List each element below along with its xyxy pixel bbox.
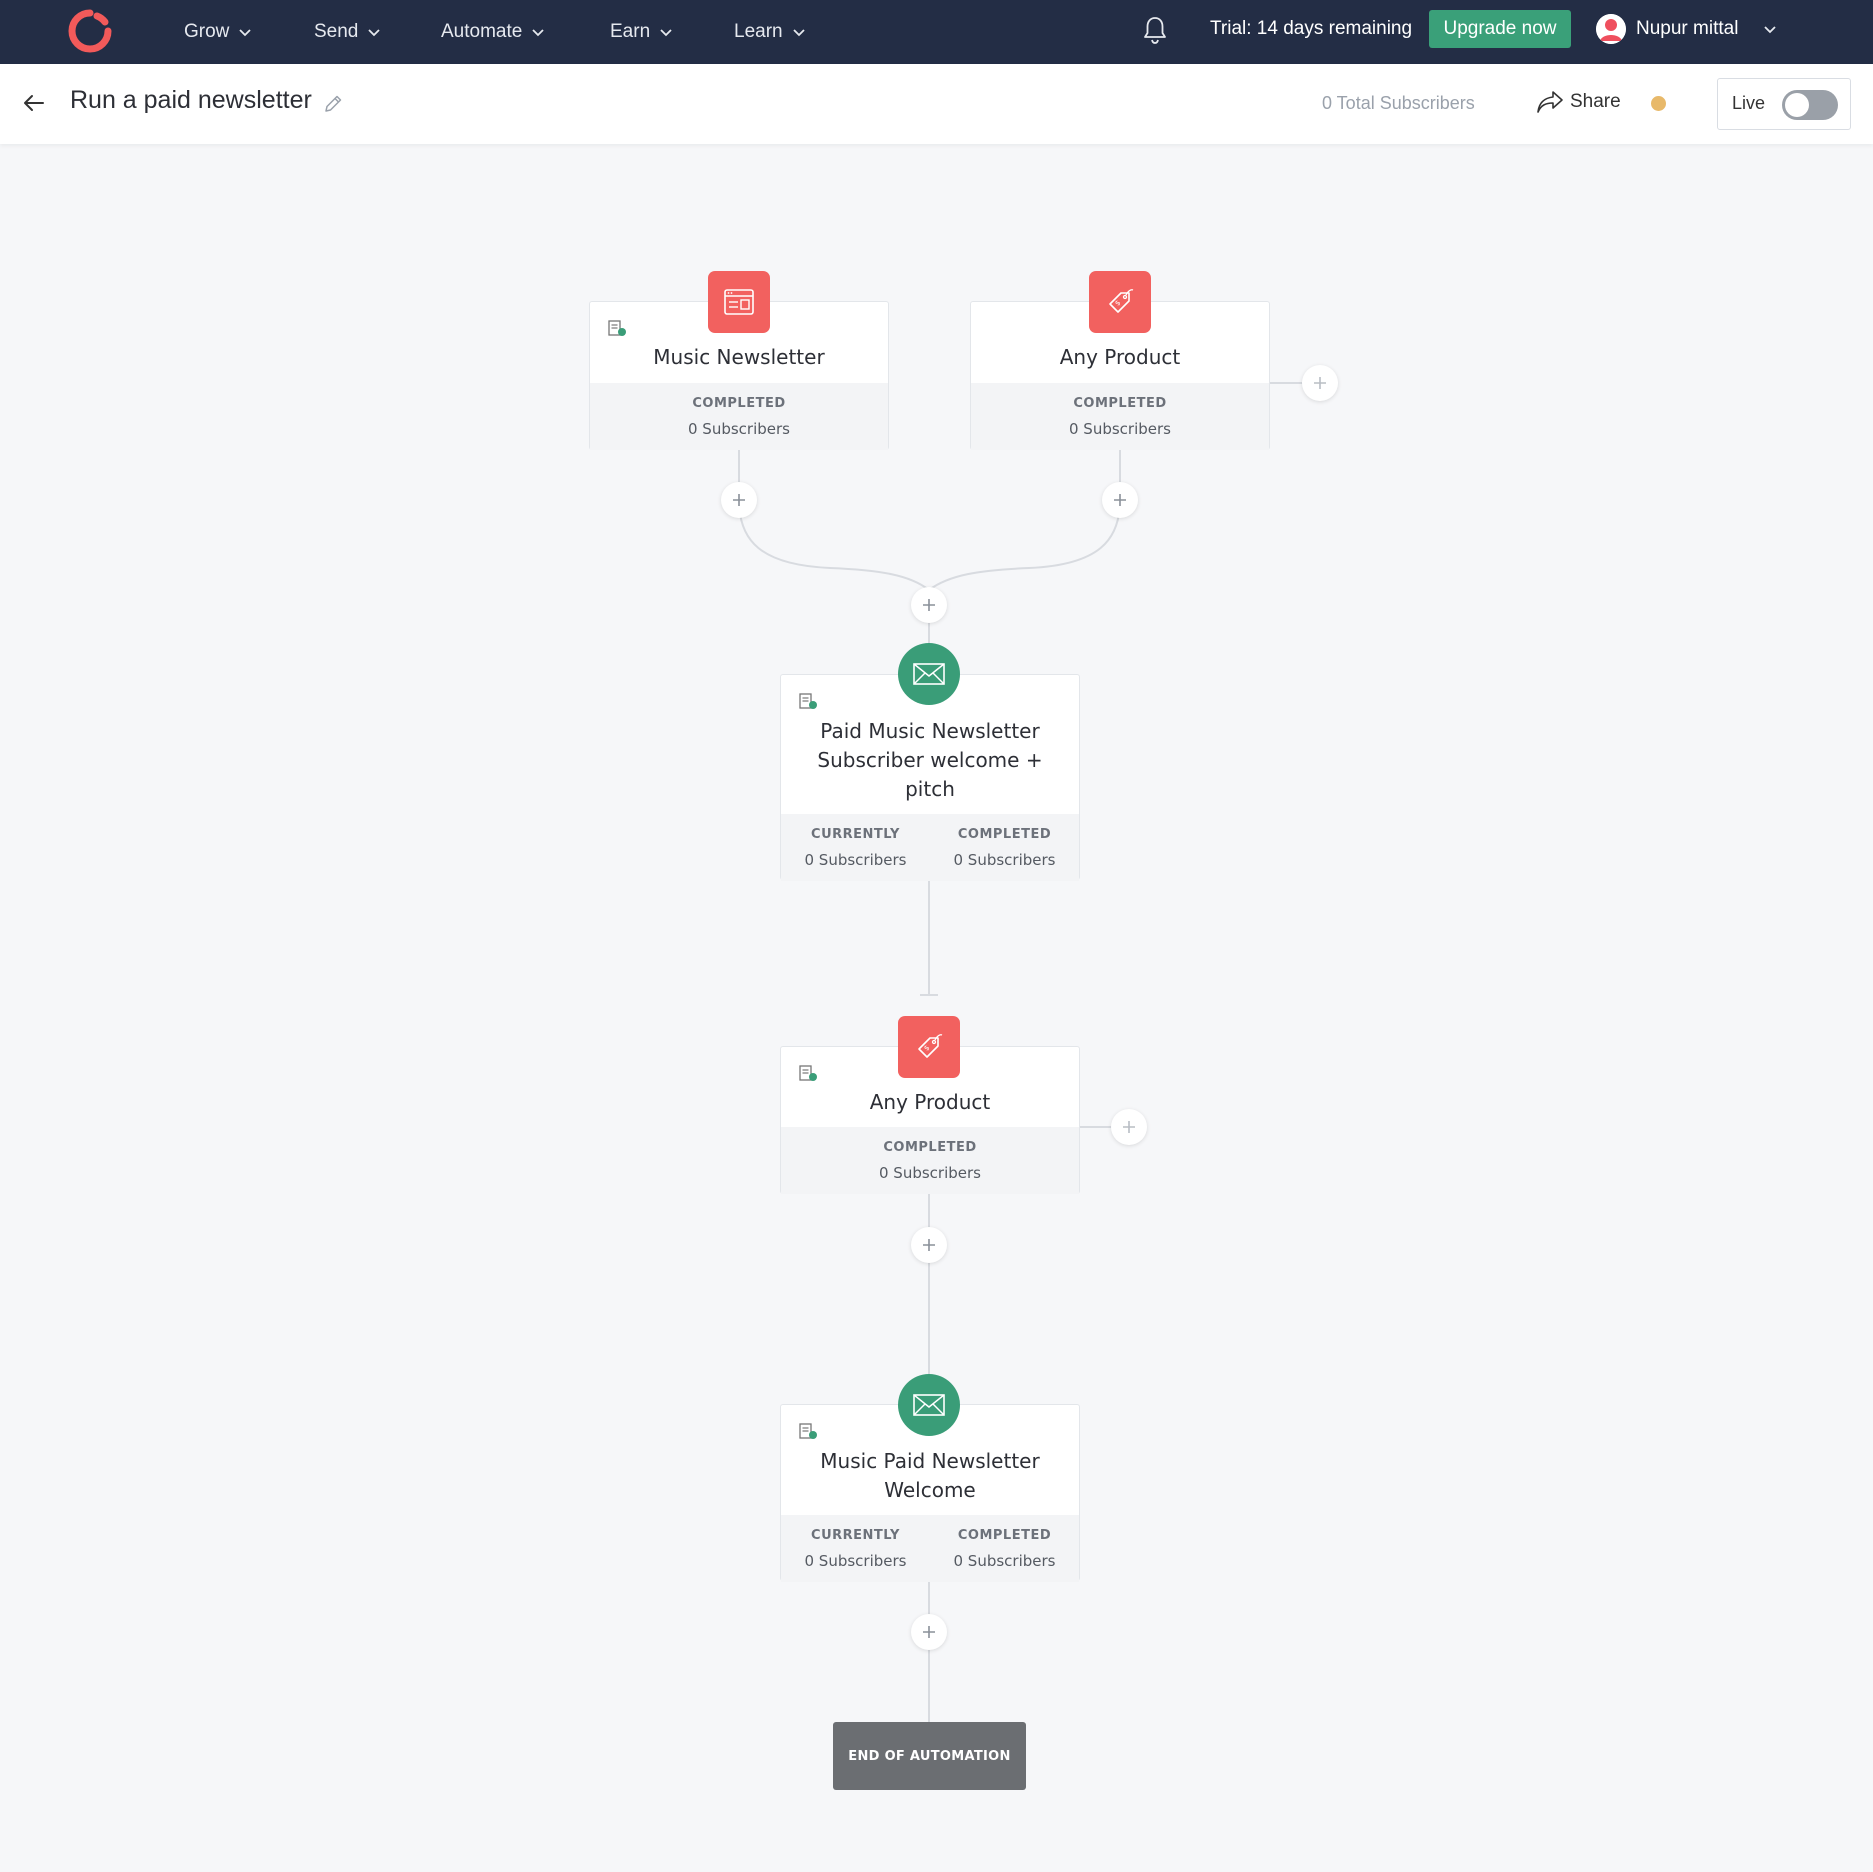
- price-tag-icon: $: [1109, 289, 1134, 313]
- nav-automate[interactable]: Automate: [441, 0, 544, 64]
- top-nav: Grow Send Automate Earn Learn Trial: 14 …: [0, 0, 1873, 64]
- stat-value: 0 Subscribers: [953, 1551, 1056, 1570]
- automation-header: Run a paid newsletter 0 Total Subscriber…: [0, 64, 1873, 144]
- end-of-automation[interactable]: END OF AUTOMATION: [833, 1722, 1026, 1790]
- stat-label: COMPLETED: [692, 395, 786, 411]
- chevron-down-icon: [660, 29, 672, 37]
- stat-label: COMPLETED: [957, 1527, 1052, 1543]
- stat-completed: COMPLETED 0 Subscribers: [688, 396, 790, 438]
- nav-send[interactable]: Send: [314, 0, 381, 64]
- user-name[interactable]: Nupur mittal: [1636, 0, 1738, 58]
- nav-send-label: Send: [314, 21, 359, 42]
- product-badge: $: [1089, 271, 1151, 333]
- page-title: Run a paid newsletter: [70, 86, 312, 114]
- nav-earn-label: Earn: [610, 21, 651, 42]
- chevron-down-icon: [368, 29, 381, 37]
- stat-value: 0 Subscribers: [804, 1551, 907, 1570]
- stat-value: 0 Subscribers: [804, 850, 907, 869]
- pencil-icon[interactable]: [322, 93, 344, 115]
- form-badge: [708, 271, 770, 333]
- logo-icon[interactable]: [67, 8, 113, 54]
- back-arrow-icon[interactable]: [22, 91, 46, 115]
- chevron-down-icon: [792, 29, 805, 37]
- stat-completed: COMPLETED 0 Subscribers: [1069, 396, 1171, 438]
- svg-text:$: $: [922, 1044, 931, 1053]
- stat-completed: COMPLETED 0 Subscribers: [879, 1140, 981, 1182]
- add-step-button[interactable]: [911, 1227, 947, 1263]
- stat-value: 0 Subscribers: [879, 1163, 981, 1182]
- nav-automate-label: Automate: [441, 21, 523, 42]
- envelope-icon: [913, 663, 945, 685]
- nav-grow-label: Grow: [184, 21, 230, 42]
- price-tag-icon: $: [918, 1034, 943, 1058]
- stat-label: COMPLETED: [957, 826, 1052, 842]
- chevron-down-icon: [532, 29, 544, 37]
- avatar[interactable]: [1596, 14, 1626, 44]
- user-avatar-icon: [1596, 14, 1626, 44]
- plus-icon: [733, 494, 745, 506]
- node-status-icon: [799, 1423, 817, 1439]
- nav-learn[interactable]: Learn: [734, 0, 805, 64]
- stat-label: CURRENTLY: [811, 826, 900, 842]
- plus-icon: [923, 1239, 935, 1251]
- stat-label: COMPLETED: [1073, 395, 1167, 411]
- add-step-button[interactable]: [911, 1614, 947, 1650]
- stat-currently: CURRENTLY 0 Subscribers: [805, 1528, 907, 1570]
- live-toggle[interactable]: [1782, 90, 1838, 120]
- plus-icon: [1123, 1121, 1135, 1133]
- toggle-knob: [1785, 93, 1809, 117]
- trial-status: Trial: 14 days remaining: [1210, 18, 1413, 39]
- share-arrow-icon: [1537, 91, 1563, 113]
- stat-value: 0 Subscribers: [1069, 419, 1171, 438]
- stat-label: CURRENTLY: [811, 1527, 900, 1543]
- add-branch-button[interactable]: [1111, 1109, 1147, 1145]
- stat-label: COMPLETED: [883, 1139, 977, 1155]
- live-label: Live: [1732, 93, 1766, 113]
- nav-earn[interactable]: Earn: [610, 0, 672, 64]
- node-status-icon: [799, 693, 817, 709]
- add-trigger-button[interactable]: [1302, 365, 1338, 401]
- nav-learn-label: Learn: [734, 21, 783, 42]
- stat-completed: COMPLETED 0 Subscribers: [954, 1528, 1056, 1570]
- node-status-icon: [799, 1065, 817, 1081]
- node-status-icon: [608, 320, 626, 336]
- envelope-icon: [913, 1394, 945, 1416]
- svg-text:$: $: [1113, 299, 1122, 308]
- plus-icon: [1314, 377, 1326, 389]
- plus-icon: [923, 599, 935, 611]
- status-indicator: [1651, 96, 1666, 111]
- node-stats: COMPLETED 0 Subscribers: [590, 383, 888, 450]
- node-stats: COMPLETED 0 Subscribers: [781, 1127, 1079, 1194]
- stat-completed: COMPLETED 0 Subscribers: [954, 827, 1056, 869]
- stat-value: 0 Subscribers: [688, 419, 790, 438]
- stat-currently: CURRENTLY 0 Subscribers: [805, 827, 907, 869]
- upgrade-button[interactable]: Upgrade now: [1429, 10, 1571, 48]
- flow-connectors: [738, 382, 1305, 1722]
- add-step-button[interactable]: [911, 587, 947, 623]
- plus-icon: [923, 1626, 935, 1638]
- stat-value: 0 Subscribers: [953, 850, 1056, 869]
- share-button[interactable]: Share: [1536, 90, 1621, 114]
- share-label: Share: [1570, 91, 1621, 112]
- add-step-button[interactable]: [1102, 482, 1138, 518]
- chevron-down-icon: [239, 29, 252, 37]
- node-stats: CURRENTLY 0 Subscribers COMPLETED 0 Subs…: [781, 814, 1079, 881]
- add-step-button[interactable]: [721, 482, 757, 518]
- plus-icon: [1114, 494, 1126, 506]
- email-badge: [898, 1374, 960, 1436]
- live-toggle-box: Live: [1717, 78, 1851, 130]
- node-stats: COMPLETED 0 Subscribers: [971, 383, 1269, 450]
- email-badge: [898, 643, 960, 705]
- node-stats: CURRENTLY 0 Subscribers COMPLETED 0 Subs…: [781, 1515, 1079, 1582]
- chevron-down-icon[interactable]: [1763, 22, 1777, 36]
- form-icon: [724, 289, 754, 315]
- product-badge: $: [898, 1016, 960, 1078]
- total-subscribers: 0 Total Subscribers: [1322, 93, 1475, 113]
- nav-grow[interactable]: Grow: [184, 0, 252, 64]
- bell-icon[interactable]: [1141, 15, 1169, 45]
